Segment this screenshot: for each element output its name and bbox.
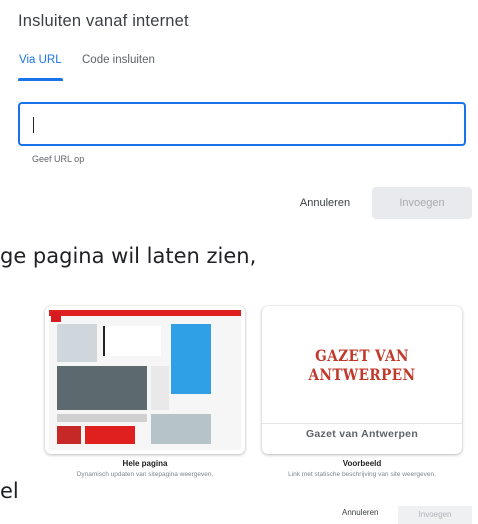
active-tab-indicator [18,78,63,81]
card-divider [262,423,462,424]
preview-caption: Voorbeeld Link met statische beschrijvin… [262,459,462,478]
thumbnail-bottom-mid [85,426,135,444]
thumbnail-hero [57,324,97,362]
gazet-logo: GAZET VAN ANTWERPEN [308,346,416,384]
url-helper-text: Geef URL op [32,154,85,164]
site-logo-icon [51,312,61,322]
url-input[interactable] [18,102,466,146]
cancel-button[interactable]: Annuleren [286,187,364,219]
full-page-title: Hele pagina [122,459,168,468]
full-page-subtitle: Dynamisch updaten van sitepagina weergev… [76,471,214,478]
background-insert-button: Invoegen [398,506,472,524]
thumbnail-ad-teaser [171,324,211,394]
tab-via-url[interactable]: Via URL [19,54,62,66]
full-page-caption: Hele pagina Dynamisch updaten van sitepa… [45,459,245,478]
background-cancel-button[interactable]: Annuleren [342,508,378,517]
embed-dialog: Insluiten vanaf internet Via URL Code in… [0,0,478,226]
preview-option-card[interactable]: GAZET VAN ANTWERPEN Gazet van Antwerpen [262,306,462,454]
thumbnail-topbar [49,310,241,316]
preview-subtitle: Link met statische beschrijving van site… [288,471,436,478]
background-text-line-2: el [0,479,19,503]
dialog-title: Insluiten vanaf internet [18,12,189,30]
text-cursor [33,117,34,133]
full-page-thumbnail [49,310,241,450]
thumbnail-sidebar [151,366,169,410]
tab-embed-code[interactable]: Code insluiten [82,54,155,66]
thumbnail-headline [103,326,161,356]
preview-title: Voorbeeld [342,459,382,468]
thumbnail-photo [57,366,147,410]
thumbnail-bottom-left [57,426,81,444]
thumbnail-bottom-right [151,414,211,444]
full-page-option-card[interactable] [45,306,245,454]
site-name: Gazet van Antwerpen [305,428,419,440]
insert-button[interactable]: Invoegen [372,187,472,219]
background-text-line: ge pagina wil laten zien, [0,244,257,268]
thumbnail-text-row [57,414,147,422]
